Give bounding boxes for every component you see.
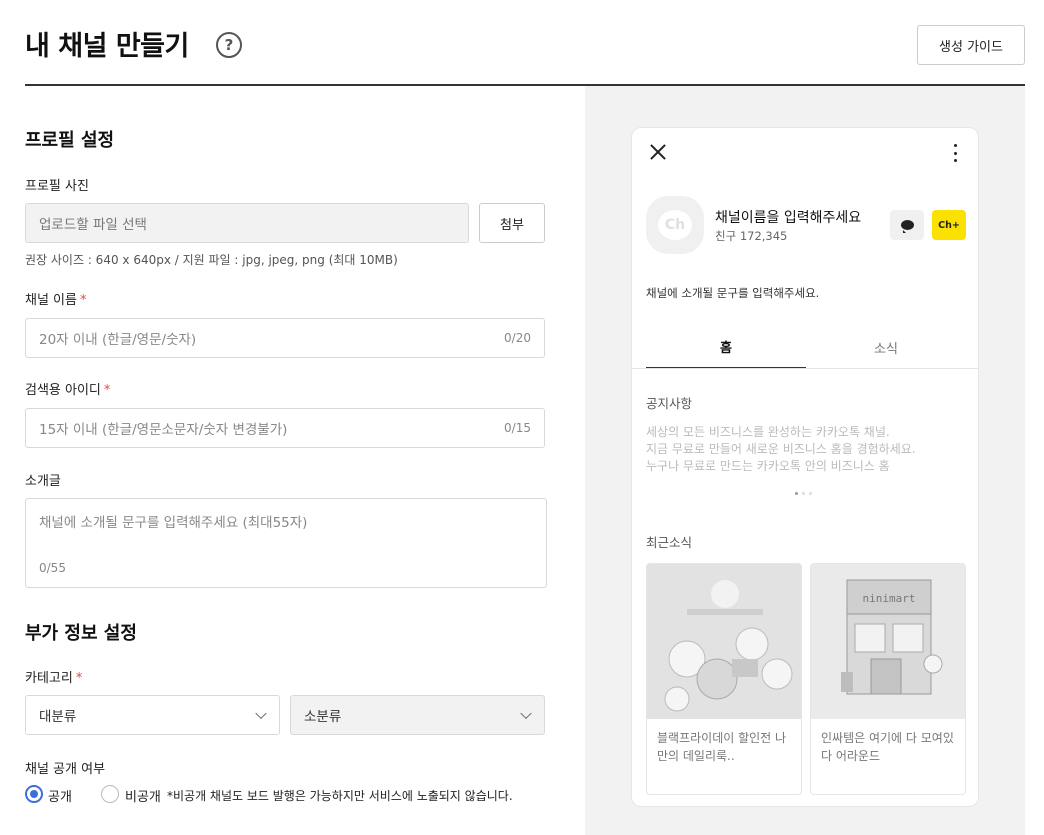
required-mark: * (75, 671, 83, 686)
attach-button[interactable]: 첨부 (479, 203, 545, 243)
news-caption: 블랙프라이데이 할인전 나만의 데일리룩.. (657, 731, 787, 763)
preview-panel: Ch 채널이름을 입력해주세요 친구 172,345 Ch+ 채널에 소개될 문… (585, 86, 1025, 835)
channel-name-counter: 0/20 (504, 331, 531, 345)
private-radio-label[interactable]: 비공개 (125, 786, 161, 805)
friends-count: 친구 172,345 (715, 229, 788, 243)
minor-category-value: 소분류 (304, 709, 342, 725)
major-category-value: 대분류 (39, 709, 77, 725)
channel-name-input[interactable]: 20자 이내 (한글/영문/숫자) 0/20 (25, 318, 545, 358)
creation-guide-button[interactable]: 생성 가이드 (917, 25, 1025, 65)
private-note: *비공개 채널도 보드 발행은 가능하지만 서비스에 노출되지 않습니다. (167, 789, 513, 803)
visibility-label: 채널 공개 여부 (25, 762, 106, 777)
private-radio[interactable] (101, 785, 119, 803)
news-image-characters (647, 564, 801, 719)
photo-size-hint: 권장 사이즈 : 640 x 640px / 지원 파일 : jpg, jpeg… (25, 253, 398, 267)
tab-divider (632, 368, 978, 369)
news-image-store: ninimart (811, 564, 965, 719)
search-id-input[interactable]: 15자 이내 (한글/영문소문자/숫자 변경불가) 0/15 (25, 408, 545, 448)
channel-name-preview: 채널이름을 입력해주세요 (715, 210, 862, 226)
search-id-placeholder: 15자 이내 (한글/영문소문자/숫자 변경불가) (39, 422, 288, 438)
minor-category-select[interactable]: 소분류 (290, 695, 545, 735)
required-mark: * (103, 383, 111, 398)
notice-text: 세상의 모든 비즈니스를 완성하는 카카오톡 채널. 지금 무료로 만들어 새로… (646, 424, 916, 475)
news-caption: 인싸템은 여기에 다 모여있다 어라운드 (821, 731, 954, 763)
channel-name-placeholder: 20자 이내 (한글/영문/숫자) (39, 332, 197, 348)
chevron-down-icon (520, 707, 532, 720)
close-icon[interactable] (648, 142, 668, 162)
chat-bubble-icon (900, 220, 914, 233)
notice-title: 공지사항 (646, 396, 693, 411)
intro-counter: 0/55 (39, 561, 66, 575)
recent-news-title: 최근소식 (646, 535, 693, 550)
notice-line: 세상의 모든 비즈니스를 완성하는 카카오톡 채널. (646, 425, 890, 439)
channel-preview-phone: Ch 채널이름을 입력해주세요 친구 172,345 Ch+ 채널에 소개될 문… (631, 127, 979, 807)
public-radio-label[interactable]: 공개 (48, 786, 72, 805)
channel-add-button[interactable]: Ch+ (932, 210, 966, 240)
required-mark: * (79, 293, 87, 308)
store-illustration: ninimart (811, 564, 965, 719)
channel-avatar-placeholder: Ch (658, 210, 692, 240)
chevron-down-icon (255, 707, 267, 720)
question-circle-icon[interactable]: ? (216, 32, 242, 58)
store-sign-text: ninimart (863, 592, 916, 605)
channel-name-label: 채널 이름 * (25, 293, 87, 308)
extra-section-title: 부가 정보 설정 (25, 623, 137, 644)
carousel-dots (795, 492, 812, 495)
notice-line: 지금 무료로 만들어 새로운 비즈니스 홈을 경험하세요. (646, 442, 916, 456)
page-title: 내 채널 만들기 (25, 31, 189, 62)
channel-intro-preview: 채널에 소개될 문구를 입력해주세요. (646, 286, 820, 300)
notice-line: 누구나 무료로 만드는 카카오톡 안의 비즈니스 홈 (646, 459, 890, 473)
tab-home[interactable]: 홈 (646, 325, 806, 369)
channel-avatar: Ch (646, 196, 704, 254)
search-id-counter: 0/15 (504, 421, 531, 435)
news-card[interactable]: 블랙프라이데이 할인전 나만의 데일리룩.. (646, 563, 802, 795)
tab-news[interactable]: 소식 (806, 325, 966, 369)
news-card[interactable]: ninimart 인싸템은 여기에 다 모여있다 어라운드 (810, 563, 966, 795)
chat-button[interactable] (890, 210, 924, 240)
search-id-label: 검색용 아이디 * (25, 383, 111, 398)
profile-photo-label: 프로필 사진 (25, 179, 89, 194)
page-header: 내 채널 만들기 ? 생성 가이드 (25, 0, 1025, 86)
category-label: 카테고리 * (25, 671, 83, 686)
profile-photo-file-input[interactable]: 업로드할 파일 선택 (25, 203, 469, 243)
party-illustration (647, 564, 801, 719)
major-category-select[interactable]: 대분류 (25, 695, 280, 735)
public-radio[interactable] (25, 785, 43, 803)
file-input-placeholder: 업로드할 파일 선택 (39, 217, 147, 233)
intro-label: 소개글 (25, 474, 61, 489)
intro-textarea[interactable]: 채널에 소개될 문구를 입력해주세요 (최대55자) 0/55 (25, 498, 547, 588)
more-vertical-icon[interactable] (954, 144, 958, 162)
profile-section-title: 프로필 설정 (25, 130, 115, 151)
intro-placeholder: 채널에 소개될 문구를 입력해주세요 (최대55자) (39, 515, 308, 531)
